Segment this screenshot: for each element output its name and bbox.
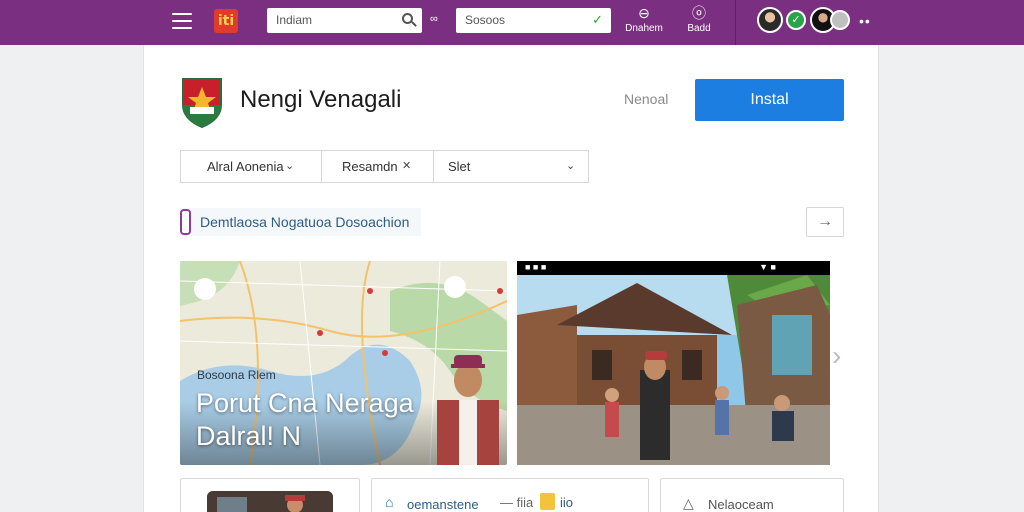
related-app-tile[interactable]: △ Nelaoceam (660, 478, 844, 512)
related-app-tile[interactable] (180, 478, 360, 512)
secondary-link[interactable]: Nenoal (624, 91, 668, 107)
topbar-divider (735, 0, 736, 45)
filter-dropdown-region[interactable]: Alral Aonenia ⌄ (181, 151, 321, 182)
filter-label: Alral Aonenia (207, 159, 284, 174)
related-app-tile[interactable]: ⌂ oemanstene — fiia iio (371, 478, 649, 512)
filter-dropdown-research[interactable]: Resamdn ✕ (321, 151, 433, 182)
related-app-label: oemanstene (407, 497, 479, 512)
related-app-sublabel: — fiia (500, 495, 534, 510)
filter-dropdown-select[interactable]: Slet ⌄ (433, 151, 588, 182)
avatar[interactable] (757, 7, 783, 33)
hamburger-icon[interactable] (172, 13, 192, 31)
chevron-down-icon: ⌄ (285, 160, 295, 172)
village-photo-illustration (517, 275, 830, 465)
mic-icon[interactable]: ✓ (592, 12, 603, 28)
phone-status-bar: ■ ■ ■ ▼ ■ (517, 261, 830, 275)
topbar-item-icon: ⊖ (638, 5, 650, 21)
section-marker-icon (180, 209, 191, 235)
topbar-item-label: Dnahem (625, 23, 663, 34)
section-title: Demtlaosa Nogatuoa Dosoachion (200, 214, 410, 230)
link-icon: ∞ (430, 13, 438, 25)
filter-bar: Alral Aonenia ⌄ Resamdn ✕ Slet ⌄ (180, 150, 589, 183)
topbar-item-dnahem[interactable]: ⊖ Dnahem (620, 5, 668, 34)
map-place-label: Bosoona Rlem (197, 368, 276, 382)
person-illustration (437, 355, 499, 465)
next-section-button[interactable]: → (806, 207, 844, 237)
map-caption-line: Dalral! N (196, 421, 302, 451)
search-input-value: Indiam (276, 13, 313, 27)
status-right: ▼ ■ (759, 262, 776, 272)
topbar-item-label: Badd (687, 23, 711, 34)
section-header: Demtlaosa Nogatuoa Dosoachion (180, 208, 422, 236)
related-app-label: Nelaoceam (708, 497, 774, 512)
chevron-down-icon: ⌄ (566, 160, 576, 172)
category-icon (540, 493, 555, 510)
map-caption-line: Porut Cna Neraga (196, 388, 414, 418)
filter-label: Resamdn (342, 159, 398, 174)
status-left: ■ ■ ■ (525, 262, 547, 272)
status-badge: ✓ (786, 10, 806, 30)
secondary-search-input[interactable]: Sosoos ✓ (456, 8, 611, 33)
map-caption: Porut Cna Neraga Dalral! N (196, 387, 414, 453)
drive-icon: △ (683, 495, 694, 511)
app-title: Nengi Venagali (240, 86, 402, 113)
more-options-icon[interactable]: •• (859, 13, 871, 29)
install-button[interactable]: Instal (695, 79, 844, 121)
app-store-logo[interactable]: iti (214, 9, 238, 33)
search-input[interactable]: Indiam (267, 8, 422, 33)
topbar-item-icon: ⓞ (692, 5, 706, 21)
home-icon: ⌂ (385, 494, 394, 510)
avatar[interactable] (830, 10, 850, 30)
related-app-extra: iio (560, 495, 574, 510)
app-icon (182, 78, 222, 128)
related-app-thumbnail (207, 491, 333, 512)
secondary-search-value: Sosoos (465, 13, 506, 27)
filter-label: Slet (448, 159, 471, 174)
topbar-item-badd[interactable]: ⓞ Badd (675, 5, 723, 34)
screenshot-photo[interactable]: ■ ■ ■ ▼ ■ (517, 261, 830, 465)
chevron-right-icon[interactable]: › (832, 340, 841, 372)
related-app-thumbnail-art (207, 491, 333, 512)
search-icon[interactable] (402, 13, 413, 24)
close-icon[interactable]: ✕ (402, 151, 411, 182)
